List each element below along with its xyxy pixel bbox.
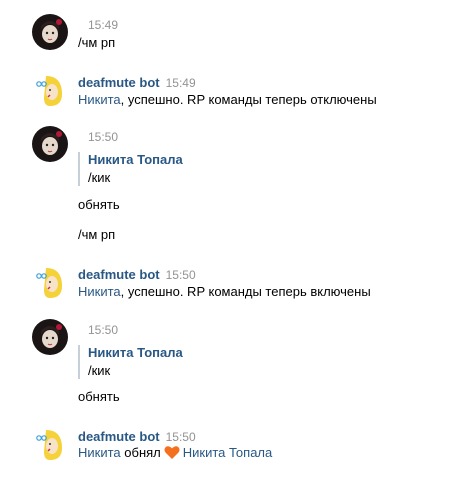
message-body: , успешно. RP команды теперь включены: [120, 284, 371, 299]
message-body: обнял: [124, 445, 161, 460]
message-time[interactable]: 15:49: [88, 18, 118, 32]
message-author[interactable]: deafmute bot: [78, 429, 160, 444]
bot-avatar[interactable]: [32, 426, 68, 462]
target-link[interactable]: Никита Топала: [183, 445, 273, 460]
message-text: обнять: [78, 197, 120, 212]
message-time[interactable]: 15:50: [88, 130, 118, 144]
forward-text: /кик: [88, 363, 111, 378]
message-time[interactable]: 15:50: [88, 323, 118, 337]
user-avatar[interactable]: [32, 126, 68, 162]
forward-author[interactable]: Никита Топала: [88, 345, 183, 361]
message-body: , успешно. RP команды теперь отключены: [120, 92, 377, 107]
forward-author[interactable]: Никита Топала: [88, 152, 183, 168]
message-author[interactable]: deafmute bot: [78, 267, 160, 282]
message-author[interactable]: deafmute bot: [78, 75, 160, 90]
message-time[interactable]: 15:50: [166, 430, 196, 444]
message-text: Никита обнял Никита Топала: [78, 445, 272, 464]
message-text: Никита, успешно. RP команды теперь отклю…: [78, 92, 377, 108]
message-text: /чм рп: [78, 35, 116, 50]
mention-link[interactable]: Никита: [78, 284, 121, 299]
message-text: /чм рп: [78, 227, 116, 242]
message-time[interactable]: 15:50: [166, 268, 196, 282]
user-avatar[interactable]: [32, 14, 68, 50]
bot-avatar[interactable]: [32, 264, 68, 300]
bot-avatar[interactable]: [32, 72, 68, 108]
message-text: Никита, успешно. RP команды теперь включ…: [78, 284, 371, 300]
message-text: обнять: [78, 389, 120, 404]
message-time[interactable]: 15:49: [166, 76, 196, 90]
mention-link[interactable]: Никита: [78, 445, 121, 460]
user-avatar[interactable]: [32, 319, 68, 355]
forwarded-message[interactable]: Никита Топала /кик: [78, 152, 183, 186]
forwarded-message[interactable]: Никита Топала /кик: [78, 345, 183, 379]
heart-icon: [164, 445, 180, 464]
forward-text: /кик: [88, 170, 111, 185]
mention-link[interactable]: Никита: [78, 92, 121, 107]
